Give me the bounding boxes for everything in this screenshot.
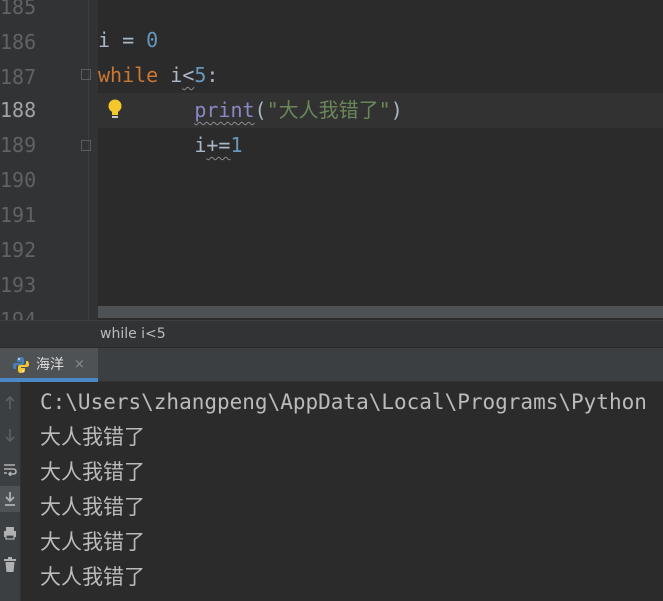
line-number: 185: [0, 0, 37, 19]
operator: +=: [206, 133, 231, 157]
fold-marker-icon[interactable]: [81, 140, 91, 151]
line-number: 192: [0, 238, 37, 262]
line-number: 190: [0, 168, 37, 192]
code-editor[interactable]: 185 186 187 188 189 190 191 192 193 194 …: [0, 0, 663, 320]
code-line[interactable]: i = 0: [98, 23, 158, 58]
console-output-line: 大人我错了: [40, 530, 145, 554]
scroll-to-end-icon[interactable]: [0, 486, 20, 512]
line-number: 187: [0, 65, 37, 89]
console-output-line: 大人我错了: [40, 495, 145, 519]
close-icon[interactable]: ×: [74, 348, 85, 382]
identifier: i: [194, 133, 207, 157]
arrow-up-icon[interactable]: [0, 390, 20, 416]
line-number: 189: [0, 133, 37, 157]
paren: (: [254, 98, 267, 122]
breadcrumb-item[interactable]: while i<5: [100, 321, 166, 348]
soft-wrap-icon[interactable]: [0, 456, 20, 482]
arrow-down-icon[interactable]: [0, 422, 20, 448]
line-number-gutter: 185 186 187 188 189 190 191 192 193 194: [0, 0, 98, 320]
line-number: 194: [0, 308, 37, 320]
console-output-line: 大人我错了: [40, 425, 145, 449]
builtin-function: print: [194, 98, 255, 122]
run-console[interactable]: C:\Users\zhangpeng\AppData\Local\Program…: [0, 382, 663, 601]
run-tab[interactable]: 海洋 ×: [0, 348, 98, 382]
code-line-current[interactable]: print("大人我错了"): [98, 93, 403, 128]
line-number-current: 188: [0, 98, 37, 122]
line-number: 186: [0, 30, 37, 54]
number-literal: 1: [230, 133, 243, 157]
python-icon: [12, 356, 30, 374]
number-literal: 5: [194, 63, 207, 87]
code-line[interactable]: i+=1: [98, 128, 243, 163]
run-tab-label: 海洋: [36, 357, 64, 373]
line-number: 191: [0, 203, 37, 227]
paren: ): [390, 98, 403, 122]
line-number: 193: [0, 273, 37, 297]
gutter-divider: [88, 0, 89, 320]
code-line[interactable]: while i<5:: [98, 58, 218, 93]
horizontal-scrollbar[interactable]: [98, 306, 663, 318]
run-tab-bar: 海洋 ×: [0, 348, 663, 382]
operator: =: [110, 28, 147, 52]
identifier: i: [170, 63, 183, 87]
number-literal: 0: [146, 28, 159, 52]
keyword: while: [98, 63, 159, 87]
trash-icon[interactable]: [0, 552, 20, 578]
print-icon[interactable]: [0, 520, 20, 546]
breadcrumb: while i<5: [0, 320, 663, 348]
operator: <: [182, 63, 195, 87]
fold-marker-icon[interactable]: [81, 69, 91, 80]
console-output-line: C:\Users\zhangpeng\AppData\Local\Program…: [40, 390, 647, 414]
identifier: i: [98, 28, 111, 52]
colon: :: [206, 63, 219, 87]
console-toolbar: [0, 382, 21, 601]
string-literal: "大人我错了": [266, 98, 391, 122]
console-output-line: 大人我错了: [40, 565, 145, 589]
console-output-line: 大人我错了: [40, 460, 145, 484]
